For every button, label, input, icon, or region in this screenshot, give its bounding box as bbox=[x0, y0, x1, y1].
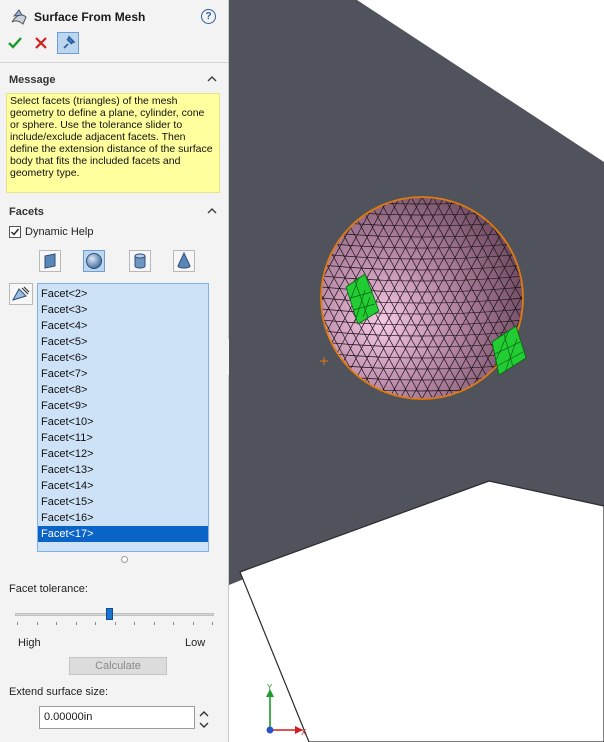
sphere-shape-icon bbox=[86, 253, 102, 269]
slider-tick bbox=[212, 622, 213, 625]
sphere-shape-button[interactable] bbox=[83, 250, 105, 272]
slider-low-label: Low bbox=[185, 637, 206, 649]
facets-section-title: Facets bbox=[9, 206, 44, 218]
triad-x-label: X bbox=[301, 728, 307, 737]
slider-tick bbox=[173, 622, 174, 625]
surface-from-mesh-icon bbox=[9, 7, 29, 27]
property-manager-panel: Surface From Mesh ? Message Select facet… bbox=[0, 0, 229, 742]
cone-shape-button[interactable] bbox=[173, 250, 195, 272]
help-icon[interactable]: ? bbox=[201, 9, 216, 24]
slider-tick bbox=[153, 622, 155, 625]
list-resize-handle[interactable] bbox=[121, 556, 128, 563]
facet-list-item[interactable]: Facet<6> bbox=[38, 350, 208, 366]
facet-list-item[interactable]: Facet<10> bbox=[38, 414, 208, 430]
dynamic-help-label: Dynamic Help bbox=[25, 226, 94, 238]
facet-select-icon[interactable] bbox=[9, 283, 33, 305]
tolerance-slider-thumb[interactable] bbox=[105, 608, 113, 620]
spin-up-icon[interactable] bbox=[199, 709, 209, 717]
graphics-viewport[interactable]: Y X bbox=[229, 0, 604, 742]
facet-list-item[interactable]: Facet<3> bbox=[38, 302, 208, 318]
facet-selection-list[interactable]: Facet<2> Facet<3> Facet<4> Facet<5> Facet<6>… bbox=[37, 283, 209, 552]
slider-tick bbox=[17, 622, 18, 625]
mesh-model[interactable]: Y X bbox=[229, 0, 604, 742]
message-text: Select facets (triangles) of the mesh ge… bbox=[6, 93, 220, 193]
slider-tick bbox=[134, 622, 135, 625]
triad-y-label: Y bbox=[267, 683, 273, 692]
facet-list-item[interactable]: Facet<4> bbox=[38, 318, 208, 334]
facet-tolerance-label: Facet tolerance: bbox=[9, 583, 88, 595]
extend-surface-size-field[interactable]: 0.00000in bbox=[39, 706, 195, 729]
ok-check-icon[interactable] bbox=[8, 36, 22, 50]
cylinder-shape-icon bbox=[134, 253, 146, 269]
cylinder-shape-button[interactable] bbox=[129, 250, 151, 272]
slider-tick bbox=[95, 622, 96, 625]
slider-tick bbox=[114, 622, 116, 625]
facet-list-item[interactable]: Facet<5> bbox=[38, 334, 208, 350]
message-section-title: Message bbox=[9, 74, 56, 86]
facet-list-item[interactable]: Facet<16> bbox=[38, 510, 208, 526]
facet-list-item[interactable]: Facet<11> bbox=[38, 430, 208, 446]
dynamic-help-checkbox[interactable] bbox=[9, 226, 21, 238]
slider-tick bbox=[36, 622, 38, 625]
slider-tick bbox=[192, 622, 194, 625]
facet-list-item[interactable]: Facet<15> bbox=[38, 494, 208, 510]
facet-list-item[interactable]: Facet<17> bbox=[38, 526, 208, 542]
slider-tick bbox=[56, 622, 57, 625]
facet-list-item[interactable]: Facet<8> bbox=[38, 382, 208, 398]
chevron-up-icon[interactable] bbox=[207, 206, 217, 216]
tolerance-slider-track[interactable] bbox=[15, 613, 214, 616]
facet-list-item[interactable]: Facet<13> bbox=[38, 462, 208, 478]
cancel-x-icon[interactable] bbox=[35, 37, 47, 49]
slider-high-label: High bbox=[18, 637, 41, 649]
cone-shape-icon bbox=[177, 251, 191, 269]
facet-list-item[interactable]: Facet<2> bbox=[38, 286, 208, 302]
facet-list-item[interactable]: Facet<9> bbox=[38, 398, 208, 414]
slider-tick bbox=[75, 622, 77, 625]
plane-shape-icon bbox=[44, 253, 56, 269]
facet-list-item[interactable]: Facet<14> bbox=[38, 478, 208, 494]
panel-title: Surface From Mesh bbox=[34, 10, 146, 24]
facet-list-item[interactable]: Facet<12> bbox=[38, 446, 208, 462]
calculate-button[interactable]: Calculate bbox=[69, 657, 167, 675]
facet-list-item[interactable]: Facet<7> bbox=[38, 366, 208, 382]
plane-shape-button[interactable] bbox=[39, 250, 61, 272]
extend-surface-size-label: Extend surface size: bbox=[9, 686, 109, 698]
chevron-up-icon[interactable] bbox=[207, 74, 217, 84]
spin-down-icon[interactable] bbox=[199, 720, 209, 728]
pushpin-icon[interactable] bbox=[57, 32, 79, 54]
